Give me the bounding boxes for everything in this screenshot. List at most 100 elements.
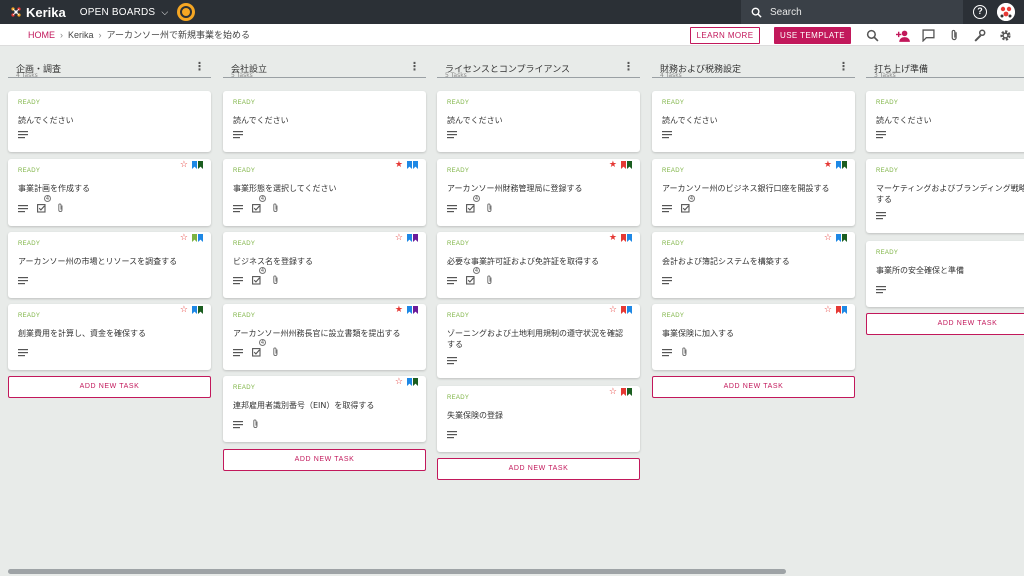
task-card[interactable]: ☆READY マーケティングおよびブランディング戦略を策定する [866,159,1024,233]
task-card[interactable]: READY 読んでください [8,91,211,152]
add-new-task-button[interactable]: ADD NEW TASK [437,458,640,480]
description-icon [876,212,886,220]
task-card[interactable]: READY 読んでください [652,91,855,152]
task-card[interactable]: ☆ READY ゾーニングおよび土地利用規制の遵守状況を確認する [437,304,640,378]
more-vert-icon[interactable]: ⋮ [623,61,634,72]
use-template-button[interactable]: USE TEMPLATE [774,27,851,44]
star-outline-icon[interactable]: ☆ [609,306,617,315]
description-icon [233,421,243,429]
star-outline-icon[interactable]: ☆ [395,234,403,243]
task-card[interactable]: ★ READY アーカンソー州州務長官に設立書類を提出する 4 [223,304,426,370]
task-title[interactable]: 創業費用を計算し、資金を確保する [18,328,199,339]
task-card[interactable]: ☆ READY アーカンソー州の市場とリソースを調査する [8,232,211,298]
task-card[interactable]: ★ READY 必要な事業許可証および免許証を取得する 4 [437,232,640,298]
breadcrumb-current: アーカンソー州で新規事業を始める [106,30,250,40]
checklist-count: 4 [259,339,266,346]
task-title[interactable]: 読んでください [18,115,199,126]
task-title[interactable]: 読んでください [233,115,414,126]
star-outline-icon[interactable]: ☆ [180,234,188,243]
column-1: 企画・調査 4 Tasks ⋮ READY 読んでください ☆ READY 事業計画… [8,56,211,398]
more-vert-icon[interactable]: ⋮ [838,61,849,72]
search-box[interactable]: Search [741,0,963,24]
task-title[interactable]: 読んでください [876,115,1024,126]
add-new-task-button[interactable]: ADD NEW TASK [223,449,426,471]
task-card[interactable]: READY 読んでください [866,91,1024,152]
task-card[interactable]: ☆ READY 事業計画を作成する 4 [8,159,211,226]
task-card[interactable]: ☆ READY 事業保険に加入する [652,304,855,370]
more-vert-icon[interactable]: ⋮ [409,61,420,72]
star-icon[interactable]: ★ [609,161,617,170]
bookmark-tag-icon [413,378,418,386]
attachment-icon[interactable] [948,29,961,42]
star-outline-icon[interactable]: ☆ [395,378,403,387]
breadcrumb-parent[interactable]: Kerika [68,30,94,40]
task-title[interactable]: 事業保険に加入する [662,328,843,339]
breadcrumb-home[interactable]: HOME [28,30,55,40]
add-new-task-button[interactable]: ADD NEW TASK [866,313,1024,335]
task-card[interactable]: ★ READY 事業形態を選択してください 4 [223,159,426,226]
learn-more-button[interactable]: LEARN MORE [690,27,760,44]
card-icons [447,350,466,369]
task-title[interactable]: マーケティングおよびブランディング戦略を策定する [876,183,1024,205]
star-outline-icon[interactable]: ☆ [180,306,188,315]
task-title[interactable]: 事業所の安全確保と準備 [876,265,1024,276]
search-board-icon[interactable] [866,29,879,42]
star-icon[interactable]: ★ [824,161,832,170]
card-tags: ☆ [395,378,418,387]
star-icon[interactable]: ★ [395,306,403,315]
more-vert-icon[interactable]: ⋮ [194,61,205,72]
task-card[interactable]: ☆ READY ビジネス名を登録する 4 [223,232,426,298]
task-card[interactable]: ☆ READY 失業保険の登録 [437,386,640,452]
star-outline-icon[interactable]: ☆ [609,388,617,397]
column-5: 打ち上げ準備 3 Tasks ⋮ READY 読んでください ☆READY マーケ… [866,56,1024,335]
task-title[interactable]: 読んでください [447,115,628,126]
status-badge: READY [233,100,256,106]
task-title[interactable]: 連邦雇用者識別番号（EIN）を取得する [233,400,414,411]
add-new-task-button[interactable]: ADD NEW TASK [652,376,855,398]
task-card[interactable]: ☆READY 事業所の安全確保と準備 [866,241,1024,307]
task-title[interactable]: 会計および簿記システムを構築する [662,256,843,267]
bookmark-tag-icon [198,161,203,169]
task-title[interactable]: ゾーニングおよび土地利用規制の遵守状況を確認する [447,328,628,350]
open-boards-menu[interactable]: OPEN BOARDS ⌵ [80,7,169,18]
star-outline-icon[interactable]: ☆ [824,306,832,315]
task-title[interactable]: 読んでください [662,115,843,126]
status-badge: READY [447,100,470,106]
task-card[interactable]: READY 読んでください [437,91,640,152]
task-title[interactable]: 失業保険の登録 [447,410,628,421]
chat-icon[interactable] [922,29,935,42]
task-card[interactable]: ★ READY アーカンソー州のビジネス銀行口座を開設する 4 [652,159,855,226]
horizontal-scrollbar[interactable] [8,569,786,574]
task-card[interactable]: ☆ READY 連邦雇用者識別番号（EIN）を取得する [223,376,426,442]
add-person-icon[interactable] [896,29,911,42]
task-card[interactable]: ★ READY アーカンソー州財務管理局に登録する 4 [437,159,640,226]
checklist-count: 4 [473,195,480,202]
task-card[interactable]: ☆ READY 創業費用を計算し、資金を確保する [8,304,211,370]
star-outline-icon[interactable]: ☆ [824,234,832,243]
task-title[interactable]: 事業計画を作成する [18,183,199,194]
wrench-icon[interactable] [973,29,986,42]
task-title[interactable]: アーカンソー州のビジネス銀行口座を開設する [662,183,843,194]
kerika-logo[interactable]: Kerika [10,5,66,20]
task-title[interactable]: アーカンソー州の市場とリソースを調査する [18,256,199,267]
task-title[interactable]: アーカンソー州財務管理局に登録する [447,183,628,194]
checklist-count: 4 [259,195,266,202]
avatar[interactable] [997,3,1015,21]
task-title[interactable]: アーカンソー州州務長官に設立書類を提出する [233,328,414,339]
star-icon[interactable]: ★ [395,161,403,170]
task-card[interactable]: ☆ READY 会計および簿記システムを構築する [652,232,855,298]
star-outline-icon[interactable]: ☆ [180,161,188,170]
task-title[interactable]: 必要な事業許可証および免許証を取得する [447,256,628,267]
add-new-task-button[interactable]: ADD NEW TASK [8,376,211,398]
task-title[interactable]: ビジネス名を登録する [233,256,414,267]
top-bar: Kerika OPEN BOARDS ⌵ Search ? [0,0,1024,24]
star-icon[interactable]: ★ [609,234,617,243]
description-icon [662,349,672,357]
status-badge: READY [662,168,685,174]
gear-icon[interactable] [999,29,1012,42]
sun-icon[interactable] [180,6,193,18]
card-tags: ☆ [609,306,632,315]
task-card[interactable]: READY 読んでください [223,91,426,152]
task-title[interactable]: 事業形態を選択してください [233,183,414,194]
help-icon[interactable]: ? [973,5,987,19]
